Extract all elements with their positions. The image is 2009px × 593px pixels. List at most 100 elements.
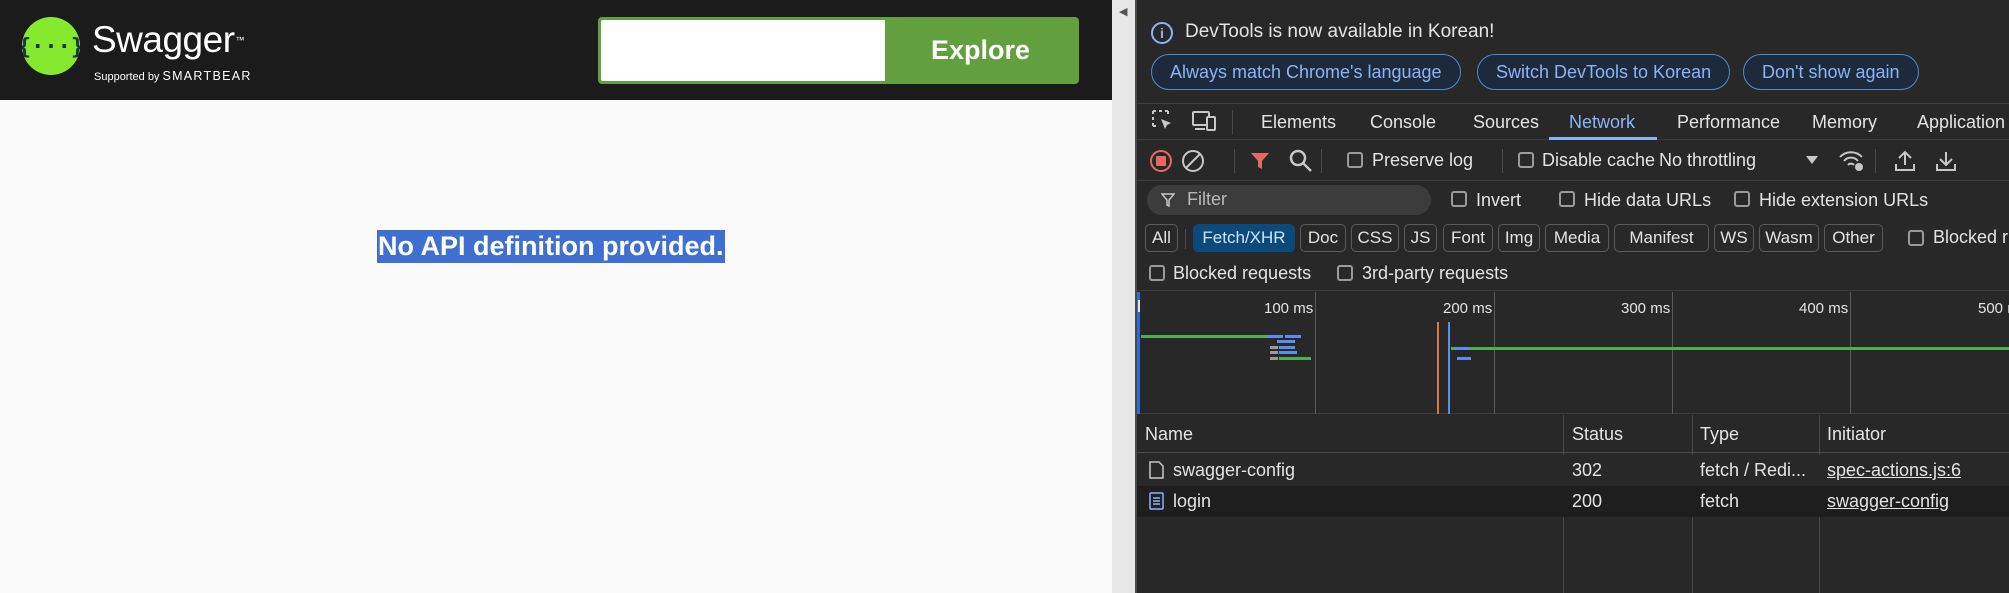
invert-label: Invert: [1476, 190, 1522, 210]
type-filter-font[interactable]: Font: [1443, 224, 1493, 252]
infobar-message: DevTools is now available in Korean!: [1185, 21, 1495, 42]
overview-handle-grip: [1138, 300, 1140, 312]
tab-sources[interactable]: Sources: [1473, 104, 1539, 140]
resource-type-filters: All Fetch/XHR Doc CSS JS Font Img Media …: [1137, 221, 2009, 255]
blocked-requests-checkbox[interactable]: [1149, 265, 1165, 281]
type-filter-wasm[interactable]: Wasm: [1759, 224, 1819, 252]
swagger-logo-wordmark: Swagger™: [92, 19, 245, 60]
filter-placeholder: Filter: [1187, 189, 1227, 209]
device-toolbar-icon[interactable]: [1191, 109, 1217, 133]
swagger-logo[interactable]: {···} Swagger™ Supported bySMARTBEAR: [18, 16, 282, 86]
gridline: [1672, 292, 1673, 414]
tick-300ms: 300 ms: [1621, 300, 1671, 317]
gridline: [1315, 292, 1316, 414]
timeline-bar: [1285, 335, 1301, 338]
type-filter-manifest[interactable]: Manifest: [1614, 224, 1709, 252]
disable-cache-label: Disable cache: [1542, 150, 1656, 170]
swagger-logo-tagline: Supported by SMARTBEAR: [94, 69, 252, 83]
always-match-language-button[interactable]: Always match Chrome's language: [1151, 54, 1461, 90]
api-url-input[interactable]: [601, 20, 885, 81]
hide-extension-urls-checkbox[interactable]: [1734, 191, 1750, 207]
type-filter-ws[interactable]: WS: [1714, 224, 1754, 252]
column-header-status[interactable]: Status: [1572, 424, 1623, 445]
inspect-element-icon[interactable]: [1151, 109, 1175, 133]
column-header-name[interactable]: Name: [1145, 424, 1193, 445]
import-har-icon[interactable]: [1894, 149, 1916, 173]
type-filter-doc[interactable]: Doc: [1300, 224, 1346, 252]
collapse-arrow-icon[interactable]: ◀: [1119, 7, 1127, 18]
table-row[interactable]: login 200 fetch swagger-config: [1137, 486, 2009, 517]
dont-show-again-button[interactable]: Don't show again: [1743, 54, 1919, 90]
third-party-requests-label: 3rd-party requests: [1362, 263, 1509, 283]
type-filter-all[interactable]: All: [1145, 224, 1178, 252]
type-filter-css[interactable]: CSS: [1351, 224, 1399, 252]
request-status: 200: [1572, 491, 1603, 511]
explore-button[interactable]: Explore: [885, 20, 1076, 81]
blocked-requests-bar: Blocked requests 3rd-party requests: [1137, 257, 2009, 291]
hide-data-urls-checkbox[interactable]: [1559, 191, 1575, 207]
column-header-type[interactable]: Type: [1700, 424, 1739, 445]
stop-recording-icon[interactable]: [1149, 149, 1173, 173]
info-icon: i: [1151, 22, 1173, 44]
request-initiator-link[interactable]: swagger-config: [1827, 491, 1949, 512]
type-filter-img[interactable]: Img: [1498, 224, 1540, 252]
throttling-select[interactable]: No throttling: [1659, 150, 1756, 171]
disable-cache-checkbox[interactable]: [1518, 152, 1534, 168]
preserve-log-checkbox[interactable]: [1347, 152, 1363, 168]
swagger-topbar: {···} Swagger™ Supported bySMARTBEAR Exp…: [0, 0, 1112, 100]
blocked-requests-label: Blocked requests: [1173, 263, 1312, 283]
filter-bar: Filter Invert Hide data URLs Hide extens…: [1137, 182, 2009, 220]
filter-input[interactable]: Filter: [1147, 185, 1431, 215]
third-party-requests-checkbox[interactable]: [1337, 265, 1353, 281]
swagger-ui-page: {···} Swagger™ Supported bySMARTBEAR Exp…: [0, 0, 1112, 593]
filter-icon[interactable]: [1249, 150, 1271, 172]
type-filter-js[interactable]: JS: [1404, 224, 1437, 252]
invert-checkbox[interactable]: [1451, 191, 1467, 207]
type-filter-media[interactable]: Media: [1545, 224, 1609, 252]
devtools-resize-gutter[interactable]: ◀: [1112, 0, 1136, 593]
timeline-bar: [1279, 357, 1311, 360]
language-infobar: i DevTools is now available in Korean! A…: [1137, 0, 2009, 104]
load-event-marker: [1448, 322, 1450, 414]
type-filter-other[interactable]: Other: [1824, 224, 1883, 252]
dropdown-arrow-icon[interactable]: [1805, 155, 1819, 165]
tab-memory[interactable]: Memory: [1812, 104, 1877, 140]
tick-500ms: 500 ms: [1978, 300, 2009, 317]
search-icon[interactable]: [1289, 149, 1313, 173]
export-har-icon[interactable]: [1935, 149, 1957, 173]
column-header-initiator[interactable]: Initiator: [1827, 424, 1886, 445]
tab-network[interactable]: Network: [1569, 104, 1635, 140]
network-conditions-icon[interactable]: [1837, 148, 1865, 174]
toolbar-separator: [1875, 149, 1876, 173]
svg-text:{···}: {···}: [22, 35, 80, 60]
timeline-bar: [1267, 335, 1283, 338]
timeline-bar: [1279, 346, 1295, 349]
table-row[interactable]: swagger-config 302 fetch / Redi... spec-…: [1137, 455, 2009, 486]
timeline-bar: [1279, 351, 1297, 354]
tick-100ms: 100 ms: [1264, 300, 1314, 317]
switch-to-korean-button[interactable]: Switch DevTools to Korean: [1477, 54, 1731, 90]
devtools-panel: i DevTools is now available in Korean! A…: [1137, 0, 2009, 593]
chip-separator: [1185, 229, 1186, 249]
timeline-bar: [1457, 357, 1471, 360]
gridline: [1494, 292, 1495, 414]
preserve-log-label: Preserve log: [1372, 150, 1474, 170]
tab-performance[interactable]: Performance: [1677, 104, 1780, 140]
timeline-bar: [1270, 346, 1278, 349]
clear-icon[interactable]: [1181, 149, 1205, 173]
blocked-response-cookies-checkbox[interactable]: [1908, 230, 1924, 246]
filter-funnel-icon: [1161, 193, 1175, 207]
no-api-definition-message: No API definition provided.: [377, 230, 725, 263]
network-overview-timeline[interactable]: 100 ms 200 ms 300 ms 400 ms 500 ms: [1137, 292, 2009, 414]
tab-separator: [1232, 110, 1233, 134]
blocked-response-cookies-label: Blocked r: [1933, 227, 2009, 247]
tab-elements[interactable]: Elements: [1261, 104, 1336, 140]
type-filter-fetch-xhr[interactable]: Fetch/XHR: [1193, 224, 1295, 252]
request-initiator-link[interactable]: spec-actions.js:6: [1827, 460, 1961, 481]
gridline: [1850, 292, 1851, 414]
table-header: Name Status Type Initiator: [1137, 415, 2009, 453]
hide-data-urls-label: Hide data URLs: [1584, 190, 1712, 210]
tab-console[interactable]: Console: [1370, 104, 1436, 140]
request-name: login: [1173, 491, 1212, 511]
tab-application[interactable]: Application: [1917, 104, 2005, 140]
